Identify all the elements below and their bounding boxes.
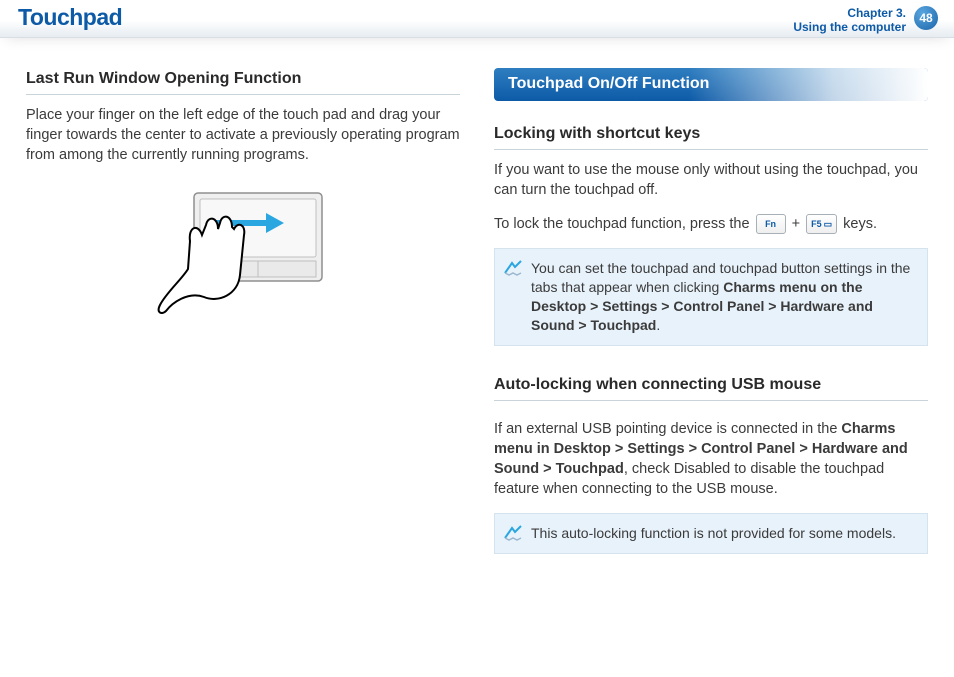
note-icon [503,259,523,277]
key-f5-icon: F5 ▭ [806,214,837,234]
sub1-para2: To lock the touchpad function, press the… [494,214,928,234]
sub2-heading: Auto-locking when connecting USB mouse [494,374,928,401]
section-bar-label: Touchpad On/Off Function [508,75,709,92]
sub1-para2-pre: To lock the touchpad function, press the [494,216,754,232]
sub1-para1: If you want to use the mouse only withou… [494,160,928,200]
section-bar-onoff: Touchpad On/Off Function [494,68,928,101]
touchpad-illustration [26,185,460,345]
left-paragraph: Place your finger on the left edge of th… [26,105,460,165]
note-settings-path: You can set the touchpad and touchpad bu… [494,248,928,346]
note2-text: This auto-locking function is not provid… [531,525,896,541]
touchpad-drag-icon [148,185,338,345]
left-column: Last Run Window Opening Function Place y… [26,68,460,554]
page-number-badge: 48 [914,6,938,30]
sub2-para-pre: If an external USB pointing device is co… [494,421,841,437]
key-fn-icon: Fn [756,214,786,234]
right-column: Touchpad On/Off Function Locking with sh… [494,68,928,554]
key-f5-label: F5 [811,218,822,230]
note1-post: . [656,317,660,333]
key-plus: + [792,216,800,232]
header-right: Chapter 3. Using the computer 48 [793,4,938,35]
chapter-line2: Using the computer [793,20,906,34]
sub1-para2-post: keys. [843,216,877,232]
chapter-line1: Chapter 3. [793,6,906,20]
left-heading: Last Run Window Opening Function [26,68,460,95]
note-icon [503,524,523,542]
chapter-label: Chapter 3. Using the computer [793,4,906,35]
page-title: Touchpad [18,4,122,31]
sub2-para: If an external USB pointing device is co… [494,419,928,499]
note-autolock-caveat: This auto-locking function is not provid… [494,513,928,554]
sub1-heading: Locking with shortcut keys [494,123,928,150]
page-header: Touchpad Chapter 3. Using the computer 4… [0,0,954,38]
page-body: Last Run Window Opening Function Place y… [0,38,954,554]
touchpad-glyph-icon: ▭ [824,218,833,230]
